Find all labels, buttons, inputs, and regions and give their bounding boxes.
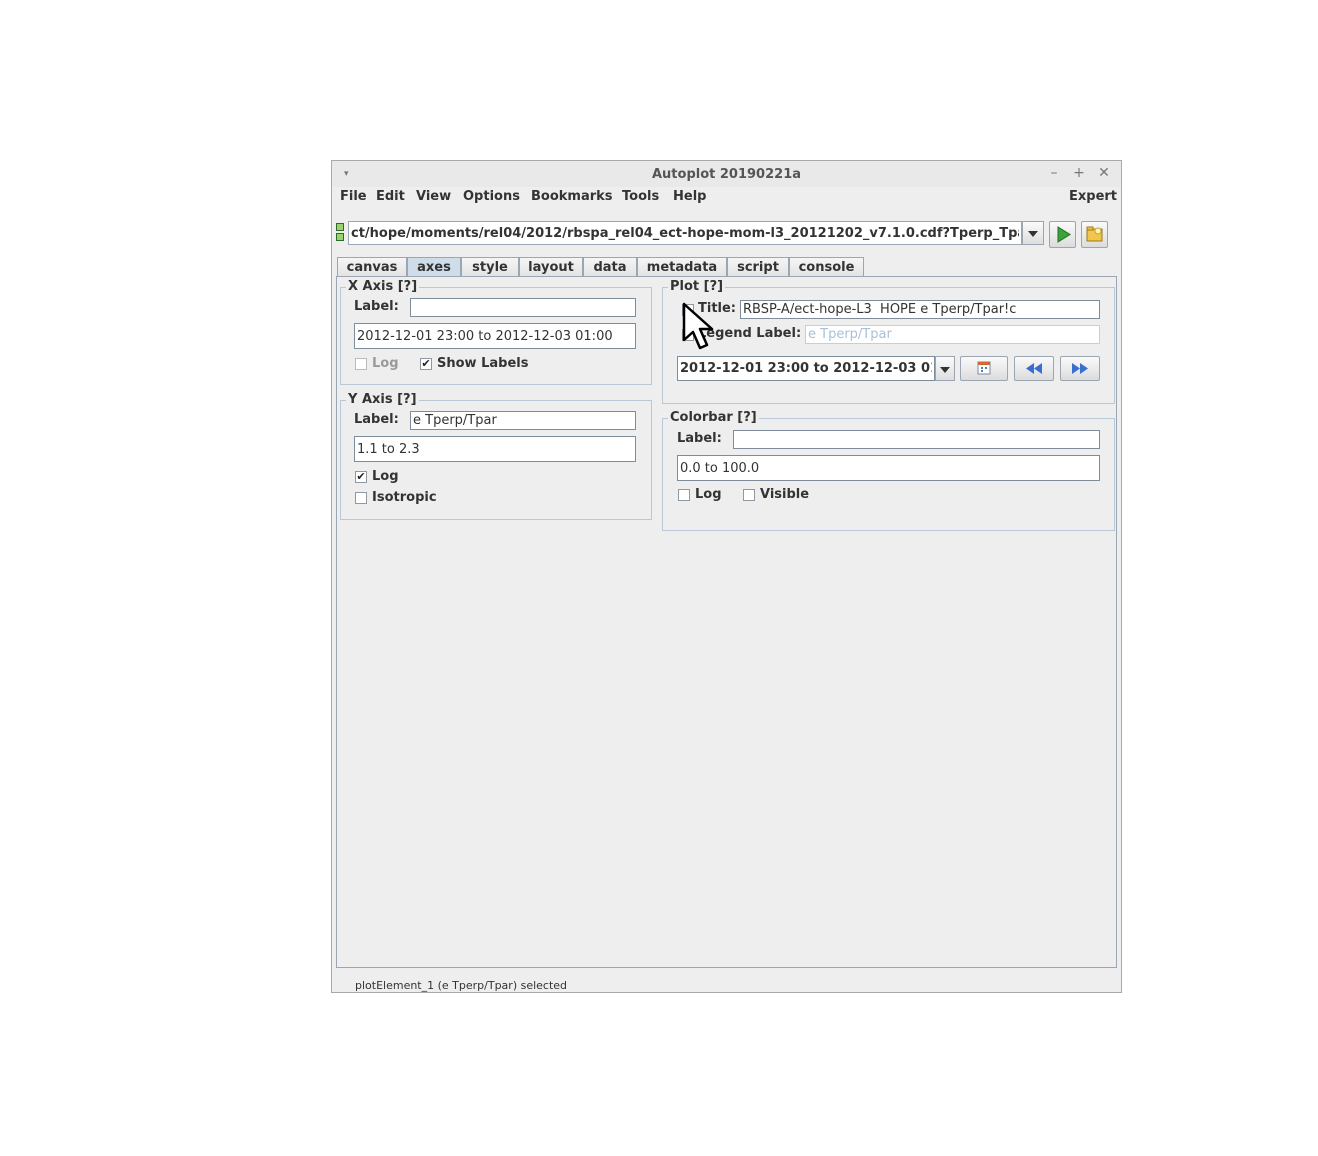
x-axis-range-input[interactable] xyxy=(355,324,635,348)
expert-menu[interactable]: Expert xyxy=(1069,189,1117,204)
data-uri-field[interactable] xyxy=(348,221,1022,245)
title-bar[interactable]: ▾ Autoplot 20190221a – + ✕ xyxy=(332,161,1121,187)
colorbar-visible-label: Visible xyxy=(760,487,810,502)
plot-title-input[interactable] xyxy=(741,301,1099,318)
close-button[interactable]: ✕ xyxy=(1096,165,1112,181)
status-bar: plotElement_1 (e Tperp/Tpar) selected xyxy=(332,976,1121,992)
colorbar-group: Colorbar [?] Label: Log Visible xyxy=(662,410,1115,531)
rewind-icon xyxy=(1026,363,1042,374)
colorbar-label-input[interactable] xyxy=(734,431,1099,448)
window-title: Autoplot 20190221a xyxy=(651,167,802,182)
tab-data[interactable]: data xyxy=(583,257,637,277)
plot-title-heading[interactable]: Plot [?] xyxy=(668,279,726,294)
colorbar-log-label: Log xyxy=(695,487,722,502)
tab-console[interactable]: console xyxy=(789,257,864,277)
previous-interval-button[interactable] xyxy=(1014,356,1054,381)
isotropic-checkbox[interactable] xyxy=(355,492,367,504)
calendar-icon xyxy=(977,361,991,375)
y-axis-label-caption: Label: xyxy=(354,412,399,427)
x-axis-group: X Axis [?] Label: Log ✔ Show Labels xyxy=(340,279,652,385)
menu-bar: File Edit View Options Bookmarks Tools H… xyxy=(332,187,1121,209)
colorbar-log-checkbox[interactable] xyxy=(678,489,690,501)
tab-metadata[interactable]: metadata xyxy=(637,257,727,277)
menu-tools[interactable]: Tools xyxy=(622,189,659,204)
menu-view[interactable]: View xyxy=(416,189,451,204)
isotropic-label: Isotropic xyxy=(372,490,437,505)
menu-help[interactable]: Help xyxy=(673,189,706,204)
tab-layout[interactable]: layout xyxy=(519,257,583,277)
y-axis-label-field[interactable] xyxy=(410,411,636,430)
legend-label-field[interactable] xyxy=(805,325,1100,344)
menu-file[interactable]: File xyxy=(340,189,367,204)
y-axis-range-input[interactable] xyxy=(355,437,635,461)
y-axis-range-field[interactable] xyxy=(354,436,636,462)
mouse-pointer-icon xyxy=(682,302,714,350)
x-axis-title[interactable]: X Axis [?] xyxy=(346,279,420,294)
browse-button[interactable] xyxy=(1081,221,1108,248)
play-icon xyxy=(1057,226,1071,243)
menu-options[interactable]: Options xyxy=(463,189,520,204)
legend-label-input[interactable] xyxy=(806,326,1099,343)
next-interval-button[interactable] xyxy=(1060,356,1100,381)
colorbar-range-input[interactable] xyxy=(678,456,1099,480)
show-labels-label: Show Labels xyxy=(437,356,529,371)
colorbar-range-field[interactable] xyxy=(677,455,1100,481)
data-source-status-icon xyxy=(336,223,344,241)
x-axis-log-checkbox[interactable] xyxy=(355,358,367,370)
colorbar-label-field[interactable] xyxy=(733,430,1100,449)
chevron-down-icon xyxy=(1028,231,1038,237)
axes-panel: X Axis [?] Label: Log ✔ Show Labels Y Ax… xyxy=(336,276,1117,968)
folder-icon xyxy=(1086,226,1103,242)
calendar-button[interactable] xyxy=(960,356,1008,381)
y-axis-log-label: Log xyxy=(372,469,399,484)
x-axis-label-caption: Label: xyxy=(354,299,399,314)
menu-edit[interactable]: Edit xyxy=(376,189,405,204)
x-axis-label-field[interactable] xyxy=(410,298,636,317)
minimize-button[interactable]: – xyxy=(1046,165,1062,181)
plot-group: Plot [?] Title: Legend Label: xyxy=(662,279,1115,404)
uri-history-dropdown[interactable] xyxy=(1022,221,1044,245)
tab-canvas[interactable]: canvas xyxy=(337,257,407,277)
colorbar-label-caption: Label: xyxy=(677,431,722,446)
time-range-dropdown[interactable] xyxy=(935,356,955,381)
y-axis-log-checkbox[interactable]: ✔ xyxy=(355,471,367,483)
x-axis-log-label: Log xyxy=(372,356,399,371)
y-axis-title[interactable]: Y Axis [?] xyxy=(346,392,419,407)
data-uri-input[interactable] xyxy=(349,222,1021,244)
plot-time-range-input[interactable] xyxy=(678,357,934,380)
y-axis-group: Y Axis [?] Label: ✔ Log Isotropic xyxy=(340,392,652,520)
colorbar-title[interactable]: Colorbar [?] xyxy=(668,410,759,425)
x-axis-label-input[interactable] xyxy=(411,299,635,316)
plot-time-range-field[interactable] xyxy=(677,356,935,381)
maximize-button[interactable]: + xyxy=(1071,165,1087,181)
tab-script[interactable]: script xyxy=(727,257,789,277)
colorbar-visible-checkbox[interactable] xyxy=(743,489,755,501)
tab-axes[interactable]: axes xyxy=(407,257,461,277)
x-axis-range-field[interactable] xyxy=(354,323,636,349)
tab-style[interactable]: style xyxy=(461,257,519,277)
fast-forward-icon xyxy=(1072,363,1088,374)
status-text: plotElement_1 (e Tperp/Tpar) selected xyxy=(355,979,568,992)
go-button[interactable] xyxy=(1049,221,1076,248)
show-labels-checkbox[interactable]: ✔ xyxy=(420,358,432,370)
autoplot-window: ▾ Autoplot 20190221a – + ✕ File Edit Vie… xyxy=(331,160,1122,993)
plot-title-field[interactable] xyxy=(740,300,1100,319)
menu-bookmarks[interactable]: Bookmarks xyxy=(531,189,613,204)
chevron-down-icon xyxy=(940,367,950,373)
y-axis-label-input[interactable] xyxy=(411,412,635,429)
